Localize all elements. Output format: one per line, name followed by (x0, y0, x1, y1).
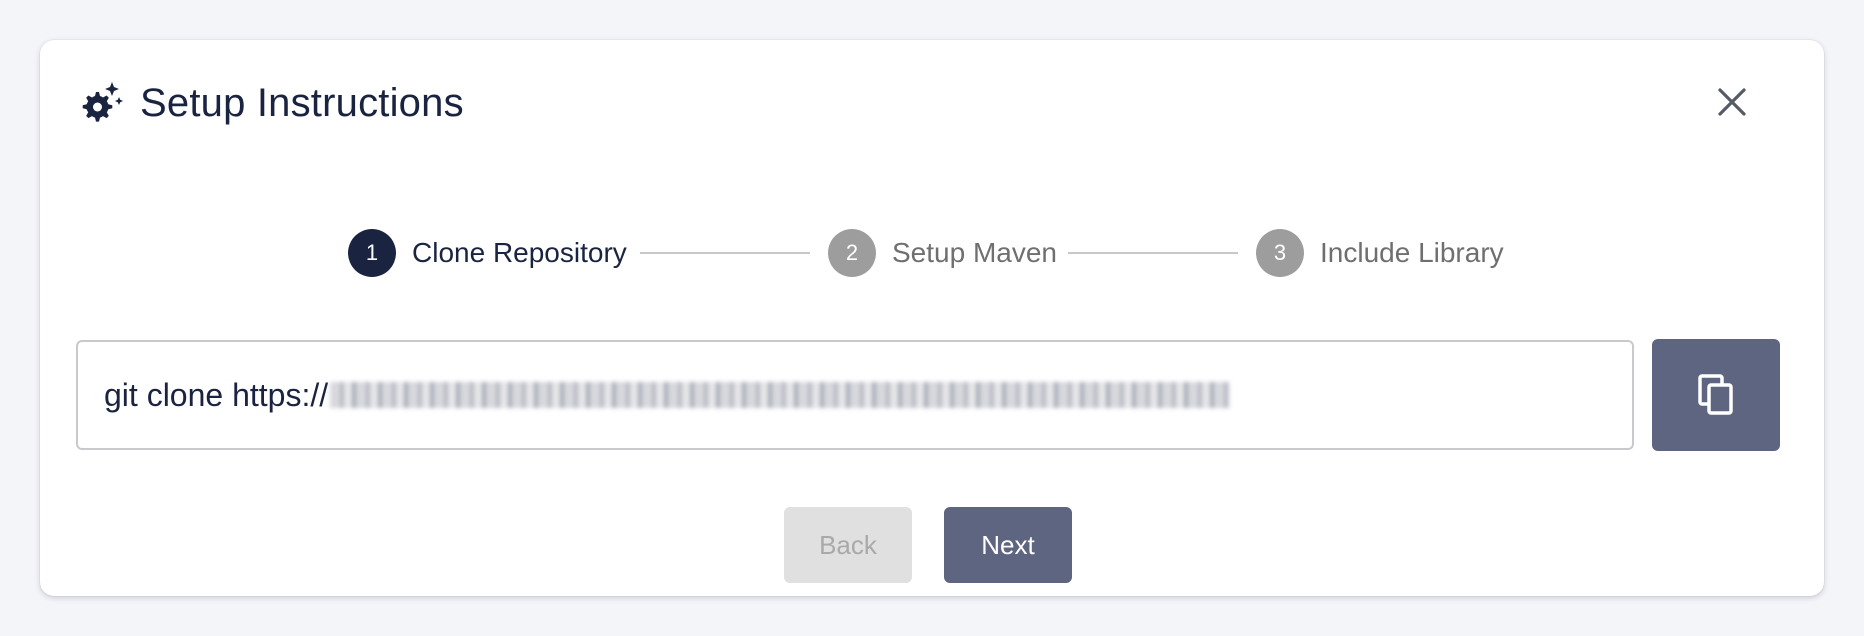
step-number-badge: 3 (1256, 229, 1304, 277)
next-button[interactable]: Next (944, 507, 1072, 583)
step-setup-maven[interactable]: 2 Setup Maven (828, 228, 1057, 278)
gear-sparkle-icon (82, 82, 123, 122)
step-label: Clone Repository (412, 237, 627, 268)
back-button[interactable]: Back (784, 507, 912, 583)
clone-command-field[interactable]: git clone https:// redacted-repository-u… (76, 340, 1634, 450)
step-number-badge: 1 (348, 229, 396, 277)
step-label: Setup Maven (892, 237, 1057, 268)
copy-icon (1698, 374, 1733, 415)
setup-instructions-dialog: Setup Instructions 1 Clone Repository 2 … (40, 40, 1824, 596)
redacted-repository-url: redacted-repository-url (330, 382, 1231, 408)
close-icon[interactable] (1712, 82, 1752, 122)
dialog-title: Setup Instructions (140, 81, 464, 125)
step-connector (1068, 252, 1238, 254)
step-include-library[interactable]: 3 Include Library (1256, 228, 1504, 278)
copy-button[interactable] (1652, 339, 1780, 451)
step-clone-repository[interactable]: 1 Clone Repository (348, 228, 627, 278)
stepper: 1 Clone Repository 2 Setup Maven 3 Inclu… (40, 228, 1824, 278)
clone-command-prefix: git clone https:// (104, 376, 329, 413)
step-number-badge: 2 (828, 229, 876, 277)
step-connector (640, 252, 810, 254)
step-label: Include Library (1320, 237, 1504, 268)
